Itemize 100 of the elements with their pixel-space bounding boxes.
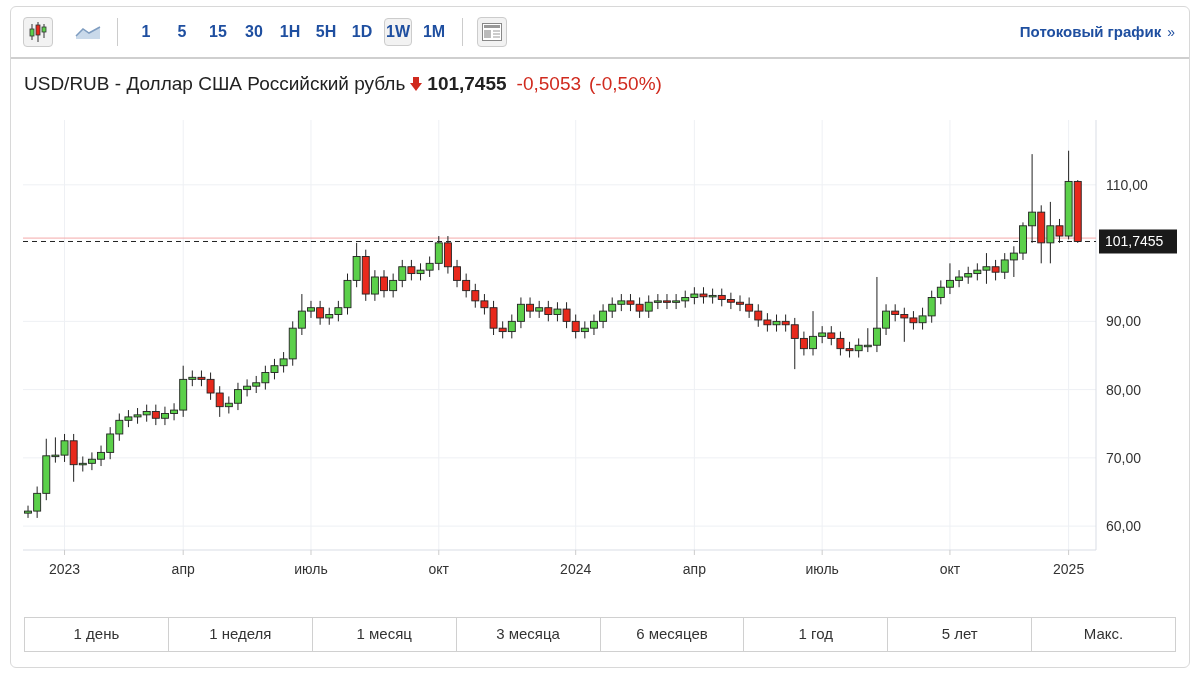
interval-button[interactable]: 1W: [384, 18, 412, 46]
candlestick: [927, 290, 936, 324]
candlestick: [571, 314, 580, 339]
x-tick-label: 2023: [48, 561, 81, 577]
interval-button[interactable]: 1: [132, 18, 160, 46]
candlestick: [745, 296, 754, 319]
candlestick: [936, 279, 945, 305]
time-range-button[interactable]: 1 год: [743, 618, 888, 651]
candlestick: [535, 300, 544, 319]
candlestick: [553, 301, 562, 322]
candlestick: [608, 296, 617, 319]
candlestick: [699, 286, 708, 305]
candlestick: [1073, 179, 1082, 244]
candlestick: [827, 325, 836, 346]
y-axis-label: 110,00: [1106, 176, 1148, 193]
time-range-button[interactable]: 1 день: [25, 618, 168, 651]
percent-change: (-0,50%): [589, 71, 662, 96]
candlestick: [389, 273, 398, 298]
x-axis-tick-label: июль: [805, 549, 839, 577]
area-chart-icon: [75, 24, 101, 40]
x-tick-label: 2025: [1053, 561, 1085, 577]
x-axis-tick-label: окт: [939, 549, 961, 577]
candlestick: [617, 293, 626, 312]
interval-button[interactable]: 5H: [312, 18, 340, 46]
y-axis-label: 70,00: [1106, 449, 1142, 466]
x-tick-label: 2024: [560, 561, 592, 577]
x-tick-label: окт: [428, 561, 450, 577]
price-change: -0,5053: [516, 71, 582, 96]
news-layout-button[interactable]: [477, 17, 507, 47]
candlestick: [772, 314, 781, 333]
candlestick: [507, 314, 516, 339]
ref-line-label: 101,7455: [1105, 233, 1164, 250]
candlestick: [443, 235, 452, 275]
candlestick: [270, 358, 279, 380]
candlestick: [763, 312, 772, 333]
x-tick-label: апр: [682, 561, 707, 577]
candlestick: [854, 337, 863, 358]
x-tick-label: окт: [939, 561, 961, 577]
x-axis-tick-label: окт: [428, 549, 449, 577]
y-axis-label: 90,00: [1106, 313, 1142, 330]
candlestick: [681, 290, 690, 309]
time-range-button[interactable]: Макс.: [1031, 618, 1175, 651]
chart-type-button[interactable]: [23, 17, 53, 47]
y-axis-label: 80,00: [1106, 381, 1142, 398]
candlestick: [599, 303, 608, 329]
price-tag: 101,7455: [1099, 229, 1177, 254]
interval-button[interactable]: 1M: [420, 18, 448, 46]
candlestick: [261, 365, 270, 391]
x-axis-tick-label: 2025: [1053, 549, 1085, 577]
candlestick: [133, 407, 142, 425]
x-axis-tick-label: апр: [171, 549, 195, 577]
y-axis-label: 60,00: [1106, 518, 1142, 535]
interval-button[interactable]: 15: [204, 18, 232, 46]
candlestick: [964, 266, 973, 285]
candlestick: [708, 288, 717, 305]
time-range-button[interactable]: 6 месяцев: [599, 618, 744, 651]
candlestick: [151, 404, 160, 426]
last-price: 101,7455: [427, 71, 507, 96]
candlestick: [754, 303, 763, 328]
candlestick: [717, 288, 726, 307]
interval-button[interactable]: 1H: [276, 18, 304, 46]
candlestick: [726, 292, 735, 310]
time-range-button[interactable]: 5 лет: [887, 618, 1032, 651]
x-tick-label: июль: [294, 561, 328, 577]
candlestick: [562, 301, 571, 329]
candlestick: [142, 404, 151, 423]
candlestick: [87, 451, 96, 471]
time-range-button[interactable]: 1 неделя: [167, 618, 312, 651]
interval-button[interactable]: 5: [168, 18, 196, 46]
x-tick-label: апр: [171, 561, 195, 577]
interval-button[interactable]: 1D: [348, 18, 376, 46]
candlestick: [325, 307, 334, 326]
candlestick: [252, 375, 261, 394]
candlestick: [1009, 245, 1018, 278]
candlestick: [471, 283, 480, 309]
candlestick: [416, 262, 425, 281]
candlestick: [626, 293, 635, 312]
candlestick: [462, 273, 471, 298]
candlestick-icon: [27, 21, 49, 43]
candlestick: [544, 300, 553, 322]
candlestick: [690, 286, 699, 305]
instrument-title: USD/RUB - Доллар США Российский рубль: [24, 71, 406, 96]
x-axis-tick-label: апр: [682, 549, 706, 577]
document-icon: [482, 23, 502, 41]
candlestick: [316, 300, 325, 326]
candlestick: [580, 320, 589, 339]
interval-button[interactable]: 30: [240, 18, 268, 46]
x-axis-tick-label: 2023: [48, 549, 81, 577]
candlestick: [352, 242, 361, 288]
candlestick: [398, 259, 407, 288]
time-range-button[interactable]: 1 месяц: [311, 618, 456, 651]
time-range-button[interactable]: 3 месяца: [455, 618, 600, 651]
candlestick: [407, 259, 416, 281]
x-axis-tick-label: июль: [294, 549, 328, 577]
candlestick: [672, 293, 681, 310]
candlestick: [918, 307, 927, 331]
streaming-chart-link[interactable]: Потоковый график »: [1019, 20, 1175, 44]
x-axis-tick-label: 2024: [560, 549, 592, 577]
x-tick-label: июль: [805, 561, 839, 577]
candlestick: [635, 296, 644, 319]
